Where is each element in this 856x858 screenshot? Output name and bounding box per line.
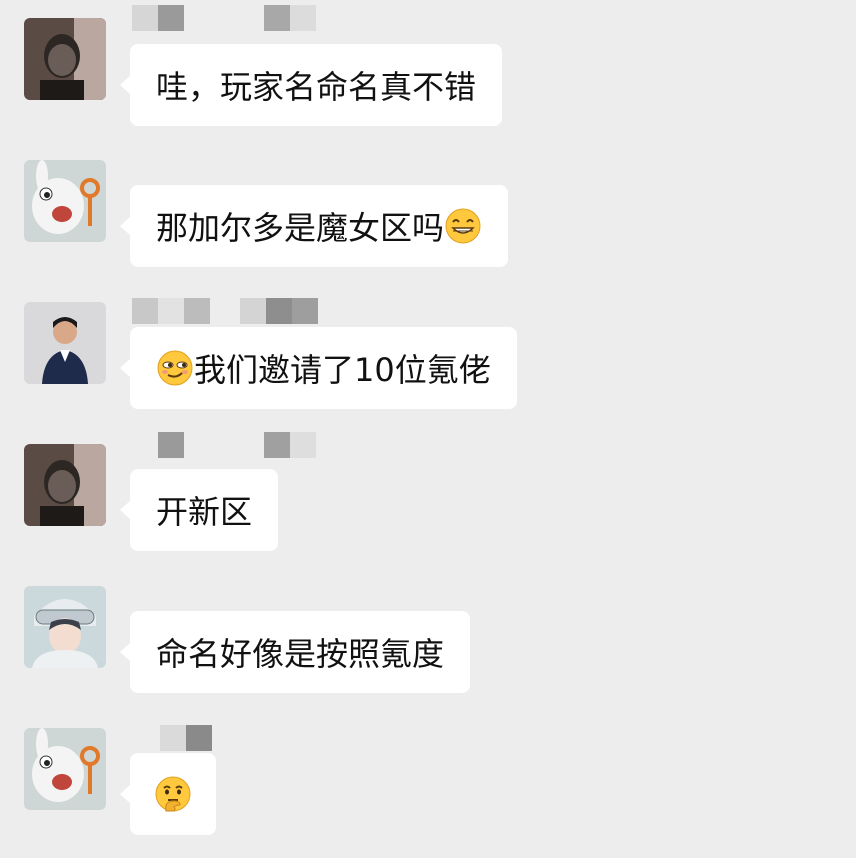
thinking-face-emoji-icon — [154, 775, 192, 813]
message-bubble[interactable]: 那加尔多是魔女区吗 — [119, 185, 509, 267]
sender-avatar[interactable] — [24, 586, 106, 668]
sender-avatar[interactable] — [24, 18, 106, 100]
sender-avatar[interactable] — [24, 444, 106, 526]
blurred-sender-name — [132, 725, 212, 751]
blurred-sender-name — [132, 5, 316, 31]
message-text: 我们邀请了10位氪佬 — [194, 351, 491, 389]
grinning-face-emoji-icon — [444, 207, 482, 245]
message-bubble[interactable]: 哇，玩家名命名真不错 — [119, 44, 503, 126]
message-text: 命名好像是按照氪度 — [156, 635, 445, 673]
man-dark-photo-avatar-icon — [24, 444, 106, 526]
message-text: 开新区 — [156, 493, 253, 531]
sender-avatar[interactable] — [24, 160, 106, 242]
chat-message-list: 哇，玩家名命名真不错 那加尔多是魔女区吗 我们邀请了10位氪佬 开新区 命名好像… — [0, 0, 856, 858]
message-bubble[interactable] — [120, 753, 216, 835]
blurred-sender-name — [132, 432, 316, 458]
man-dark-photo-avatar-icon — [24, 18, 106, 100]
message-text: 哇，玩家名命名真不错 — [156, 68, 477, 106]
sender-avatar[interactable] — [24, 302, 106, 384]
white-rabbit-avatar-icon — [24, 728, 106, 810]
man-suit-avatar-icon — [24, 302, 106, 384]
message-bubble[interactable]: 开新区 — [119, 469, 279, 551]
blurred-sender-name — [132, 298, 318, 324]
message-text: 那加尔多是魔女区吗 — [156, 209, 445, 247]
white-rabbit-avatar-icon — [24, 160, 106, 242]
message-bubble[interactable]: 我们邀请了10位氪佬 — [120, 327, 517, 409]
message-bubble[interactable]: 命名好像是按照氪度 — [119, 611, 471, 693]
anime-goggles-avatar-icon — [24, 586, 106, 668]
smirk-face-emoji-icon — [156, 349, 194, 387]
sender-avatar[interactable] — [24, 728, 106, 810]
